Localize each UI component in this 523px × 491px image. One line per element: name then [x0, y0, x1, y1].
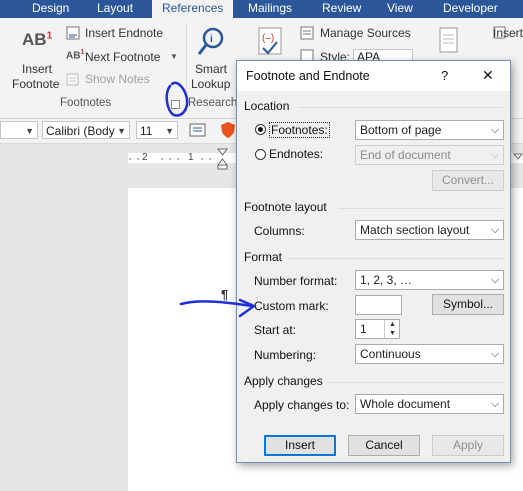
- columns-select[interactable]: Match section layout ⌵: [355, 220, 504, 240]
- chevron-down-icon: ▼: [117, 126, 126, 136]
- footnote-ab-icon: AB1: [22, 30, 53, 49]
- tab-mailings[interactable]: Mailings: [248, 0, 292, 18]
- manage-sources-icon: [300, 26, 314, 40]
- footnotes-position-value: Bottom of page: [360, 123, 442, 137]
- chevron-down-icon: ⌵: [490, 398, 500, 410]
- endnotes-position-value: End of document: [360, 148, 451, 162]
- font-size-combo[interactable]: 11 ▼: [136, 121, 178, 139]
- numbering-value: Continuous: [360, 347, 421, 361]
- start-at-label: Start at:: [254, 323, 297, 337]
- chevron-down-icon: ▼: [25, 126, 34, 136]
- insert-table-icon[interactable]: [437, 26, 461, 56]
- chevron-down-icon[interactable]: ▼: [170, 52, 178, 61]
- numbering-label: Numbering:: [254, 348, 317, 362]
- apply-button[interactable]: Apply: [432, 435, 504, 456]
- font-size-value: 11: [140, 124, 153, 138]
- dialog-title: Footnote and Endnote: [246, 69, 370, 83]
- apply-to-select[interactable]: Whole document ⌵: [355, 394, 504, 414]
- endnotes-position-select[interactable]: End of document ⌵: [355, 145, 504, 165]
- footnotes-position-select[interactable]: Bottom of page ⌵: [355, 120, 504, 140]
- ruler-mark: 1: [188, 152, 194, 163]
- footnotes-dialog-launcher[interactable]: [171, 100, 180, 109]
- apply-changes-heading: Apply changes: [244, 374, 323, 388]
- custom-mark-label: Custom mark:: [254, 299, 329, 313]
- format-heading: Format: [244, 250, 283, 264]
- insert-partial-label: Insert: [493, 26, 523, 40]
- font-name-combo[interactable]: Calibri (Body ▼: [42, 121, 130, 139]
- section-divider: [338, 208, 503, 209]
- research-group-label: Research: [188, 97, 238, 109]
- chevron-down-icon: ⌵: [490, 149, 500, 161]
- insert-button[interactable]: Insert: [264, 435, 336, 456]
- tab-references[interactable]: References: [152, 0, 234, 18]
- smart-lookup-label-2: Lookup: [191, 77, 231, 91]
- insert-footnote-button[interactable]: AB1 Insert Footnote: [10, 24, 62, 92]
- number-format-select[interactable]: 1, 2, 3, … ⌵: [355, 270, 504, 290]
- tab-design[interactable]: Design: [32, 0, 69, 18]
- tab-layout[interactable]: Layout: [97, 0, 133, 18]
- indent-marker-icon[interactable]: [217, 148, 229, 170]
- shield-icon[interactable]: [220, 121, 236, 139]
- columns-value: Match section layout: [360, 223, 470, 237]
- section-divider: [299, 107, 503, 108]
- start-at-value: 1: [360, 322, 367, 336]
- numbering-select[interactable]: Continuous ⌵: [355, 344, 504, 364]
- footnotes-group-label: Footnotes: [60, 97, 112, 109]
- insert-footnote-label-2: Footnote: [12, 77, 60, 91]
- footnotes-radio[interactable]: [255, 124, 266, 135]
- section-divider: [288, 258, 503, 259]
- group-divider: [186, 24, 187, 112]
- endnotes-radio[interactable]: [255, 149, 266, 160]
- dialog-title-bar[interactable]: Footnote and Endnote ? ✕: [237, 61, 510, 91]
- font-style-combo[interactable]: ▼: [0, 121, 38, 139]
- columns-label: Columns:: [254, 224, 305, 238]
- svg-text:i: i: [210, 34, 213, 45]
- ribbon-tab-bar: Design Layout References Mailings Review…: [0, 0, 523, 18]
- apply-to-value: Whole document: [360, 397, 451, 411]
- font-name-value: Calibri (Body: [46, 124, 115, 138]
- number-format-label: Number format:: [254, 274, 338, 288]
- footnote-endnote-dialog: Footnote and Endnote ? ✕ Location Footno…: [236, 60, 511, 463]
- chevron-down-icon: ⌵: [490, 224, 500, 236]
- close-button[interactable]: ✕: [482, 67, 494, 84]
- show-notes-icon: [66, 73, 79, 86]
- chevron-down-icon: ▼: [165, 126, 174, 136]
- number-format-value: 1, 2, 3, …: [360, 273, 413, 287]
- paragraph-mark: ¶: [221, 287, 229, 302]
- right-indent-marker-icon[interactable]: [513, 153, 523, 165]
- next-footnote-label: Next Footnote: [85, 50, 161, 64]
- section-divider: [327, 382, 503, 383]
- footnotes-label: Footnotes:: [269, 122, 330, 138]
- chevron-down-icon: ⌵: [490, 124, 500, 136]
- chevron-down-icon: ⌵: [490, 274, 500, 286]
- tab-developer[interactable]: Developer: [443, 0, 498, 18]
- cancel-button[interactable]: Cancel: [348, 435, 420, 456]
- help-button[interactable]: ?: [441, 68, 448, 83]
- symbol-button[interactable]: Symbol...: [432, 294, 504, 315]
- tab-review[interactable]: Review: [322, 0, 361, 18]
- insert-footnote-label-1: Insert: [22, 62, 53, 76]
- styles-pane-icon[interactable]: [189, 122, 207, 138]
- chevron-down-icon: ⌵: [490, 348, 500, 360]
- smart-lookup-button[interactable]: i Smart Lookup: [190, 24, 234, 94]
- custom-mark-input[interactable]: [355, 295, 402, 315]
- location-heading: Location: [244, 99, 290, 113]
- magnifier-icon: i: [197, 27, 224, 55]
- ruler-mark: 2: [142, 152, 148, 163]
- svg-text:(–): (–): [262, 33, 274, 44]
- next-footnote-icon: AB1: [66, 49, 85, 62]
- show-notes-label: Show Notes: [85, 72, 150, 86]
- tab-view[interactable]: View: [387, 0, 413, 18]
- endnotes-label: Endnotes:: [269, 147, 324, 161]
- apply-to-label: Apply changes to:: [254, 398, 350, 412]
- insert-citation-icon[interactable]: (–): [255, 26, 287, 58]
- spin-up-icon[interactable]: ▲: [384, 320, 400, 329]
- manage-sources-label: Manage Sources: [320, 26, 411, 40]
- footnote-layout-heading: Footnote layout: [244, 200, 327, 214]
- smart-lookup-label-1: Smart: [195, 62, 228, 76]
- insert-endnote-icon: [66, 26, 80, 40]
- spin-down-icon[interactable]: ▼: [384, 329, 400, 338]
- insert-endnote-label: Insert Endnote: [85, 26, 164, 40]
- convert-button[interactable]: Convert...: [432, 170, 504, 191]
